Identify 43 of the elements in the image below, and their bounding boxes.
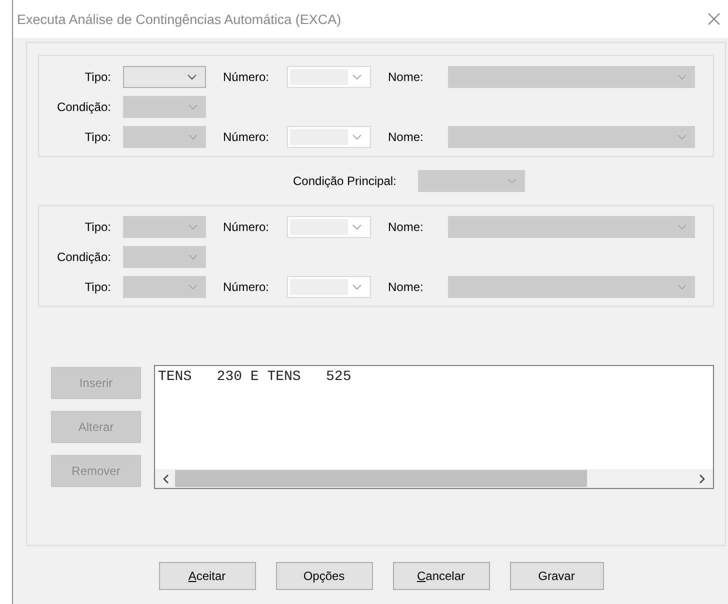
caret-icon	[188, 104, 198, 110]
field-label: Condição:	[56, 100, 111, 114]
field-label: Condição Principal:	[293, 174, 396, 188]
field-label: Nome:	[388, 280, 424, 294]
field-label: Tipo:	[84, 130, 111, 144]
dialog-button[interactable]: Opções	[276, 562, 372, 590]
field-label: Número:	[223, 220, 270, 234]
horizontal-scrollbar[interactable]	[155, 469, 713, 488]
scroll-left-icon[interactable]	[163, 474, 169, 484]
close-icon[interactable]	[708, 13, 720, 25]
caret-icon	[352, 74, 362, 80]
field-label: Nome:	[388, 220, 424, 234]
field-label: Condição:	[56, 250, 111, 264]
field-label: Número:	[223, 70, 270, 84]
field-label: Nome:	[388, 130, 424, 144]
field-label: Tipo:	[84, 280, 111, 294]
caret-icon	[677, 134, 687, 140]
caret-icon	[507, 178, 518, 184]
field-label: Número:	[223, 280, 270, 294]
caret-icon	[188, 254, 198, 260]
type-dropdown[interactable]	[123, 66, 206, 88]
caret-icon	[188, 284, 198, 290]
dialog-button[interactable]: Cancelar	[392, 562, 490, 590]
caret-icon	[187, 74, 197, 80]
caret-icon	[188, 224, 198, 230]
caret-icon	[352, 224, 362, 230]
caret-icon	[677, 284, 687, 290]
field-label: Tipo:	[84, 220, 111, 234]
list-box[interactable]: TENS 230 E TENS 525	[154, 365, 714, 489]
caret-icon	[352, 284, 362, 290]
dialog-button[interactable]: Gravar	[510, 562, 604, 590]
caret-icon	[677, 74, 687, 80]
caret-icon	[352, 134, 362, 140]
field-label: Nome:	[388, 70, 424, 84]
field-label: Tipo:	[84, 70, 111, 84]
list-item[interactable]: TENS 230 E TENS 525	[158, 369, 710, 385]
scrollbar-thumb[interactable]	[175, 470, 587, 487]
caret-icon	[677, 224, 687, 230]
dialog-button[interactable]: Aceitar	[158, 562, 256, 590]
field-label: Número:	[223, 130, 270, 144]
caret-icon	[188, 134, 198, 140]
window-title: Executa Análise de Contingências Automática (EXCA)	[17, 12, 342, 26]
scroll-right-icon[interactable]	[699, 474, 705, 484]
